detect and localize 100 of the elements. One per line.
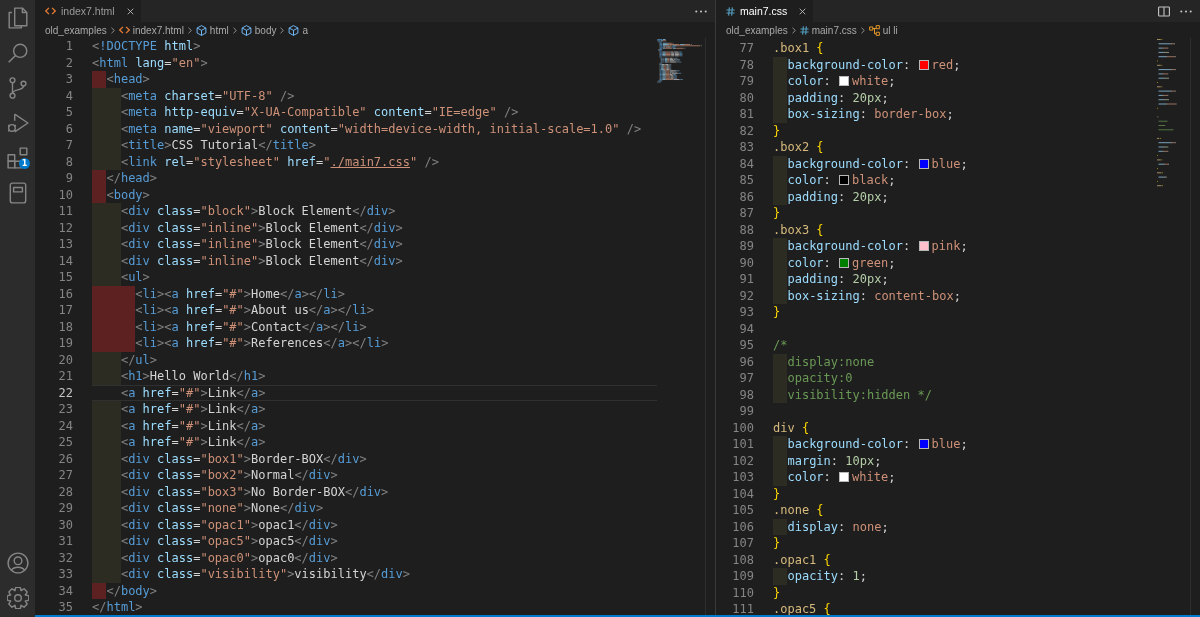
breadcrumb-item[interactable]: a [288, 24, 308, 36]
line-number: 110 [731, 584, 754, 601]
line-number: 16 [57, 285, 73, 302]
line-number: 8 [64, 153, 73, 170]
more-icon[interactable] [695, 9, 707, 13]
code-text: color: [787, 469, 832, 486]
line-number: 1 [64, 38, 73, 55]
line-number: 6 [64, 120, 73, 137]
color-swatch-icon[interactable] [918, 158, 929, 169]
line-number: 26 [57, 450, 73, 467]
breadcrumb-item[interactable]: body [240, 24, 277, 36]
line-number: 91 [738, 271, 754, 288]
line-number: 27 [57, 467, 73, 484]
account-icon[interactable] [6, 551, 29, 574]
color-swatch-icon[interactable] [839, 76, 850, 87]
color-swatch-icon[interactable] [918, 241, 929, 252]
code-text: </ul> [120, 351, 158, 368]
chevron-icon [280, 26, 285, 34]
files-icon[interactable] [6, 6, 29, 29]
split-editor-icon[interactable] [1158, 5, 1170, 17]
line-number: 103 [731, 469, 754, 486]
code-text: red; [931, 56, 961, 73]
cube-icon [288, 24, 300, 36]
line-number: 14 [57, 252, 73, 269]
code-text: display:none [787, 353, 875, 370]
code-text: </body> [106, 582, 158, 599]
code-text: <title>CSS Tutorial</title> [120, 137, 317, 154]
search-icon[interactable] [6, 41, 29, 64]
breadcrumb-item[interactable]: main7.css [799, 24, 857, 36]
close-icon[interactable] [799, 7, 807, 15]
line-number: 3 [64, 71, 73, 88]
color-swatch-icon[interactable] [839, 257, 850, 268]
close-icon[interactable] [126, 7, 134, 15]
code-text: box-sizing: content-box; [787, 287, 961, 304]
line-number: 106 [731, 518, 754, 535]
more-icon[interactable] [1180, 9, 1192, 13]
line-number: 4 [64, 87, 73, 104]
code-text: white; [852, 73, 896, 90]
line-number: 85 [738, 172, 754, 189]
line-number: 35 [57, 599, 73, 615]
breadcrumb-item[interactable]: old_examples [726, 24, 788, 36]
code-text: <a href="#">Link</a> [120, 417, 266, 434]
line-number: 79 [738, 73, 754, 90]
code-text: <div class="block">Block Element</div> [120, 203, 396, 220]
line-number: 90 [738, 254, 754, 271]
line-number: 18 [57, 318, 73, 335]
code-text: <a href="#">Link</a> [120, 384, 266, 401]
code-text: <a href="#">Link</a> [120, 401, 266, 418]
breadcrumb-item[interactable]: old_examples [45, 24, 107, 36]
code-text: <li><a href="#">About us</a></li> [135, 302, 374, 319]
run-debug-icon[interactable] [6, 111, 29, 134]
line-number: 13 [57, 236, 73, 253]
editor-tab[interactable]: index7.html [35, 0, 141, 22]
editor-tab[interactable]: main7.css [716, 0, 814, 22]
breadcrumb-item[interactable]: index7.html [118, 24, 184, 36]
color-swatch-icon[interactable] [918, 439, 929, 450]
line-number: 11 [57, 203, 73, 220]
code-text: <head> [106, 71, 150, 88]
code-text: opacity:0 [787, 370, 853, 387]
color-swatch-icon[interactable] [918, 59, 929, 70]
line-number: 100 [731, 419, 754, 436]
line-number: 95 [738, 337, 754, 354]
line-number: 19 [57, 335, 73, 352]
line-number: 104 [731, 485, 754, 502]
code-text: <div class="box1">Border-BOX</div> [120, 450, 367, 467]
code-text: blue; [931, 436, 968, 453]
notification-badge: 1 [19, 158, 30, 169]
line-number: 20 [57, 351, 73, 368]
line-number: 105 [731, 502, 754, 519]
line-number: 83 [738, 139, 754, 156]
code-text: <div class="opac1">opac1</div> [120, 516, 338, 533]
code-text: .box3 { [773, 221, 824, 238]
breadcrumb-item[interactable]: html [195, 24, 229, 36]
settings-icon[interactable] [6, 586, 29, 609]
code-text: <meta name="viewport" content="width=device-width, initial-scale=1.0" /> [120, 120, 642, 137]
code-text: /* [773, 337, 788, 354]
breadcrumb-item[interactable]: ul li [868, 24, 898, 36]
code-text: padding: 20px; [787, 188, 889, 205]
line-number: 88 [738, 221, 754, 238]
line-number: 17 [57, 302, 73, 319]
color-swatch-icon[interactable] [839, 472, 850, 483]
line-number: 80 [738, 89, 754, 106]
code-text: background-color: [787, 238, 912, 255]
code-text: <li><a href="#">References</a></li> [135, 335, 389, 352]
color-swatch-icon[interactable] [839, 175, 850, 186]
line-number: 108 [731, 551, 754, 568]
code-text: color: [787, 172, 832, 189]
code-text: <body> [106, 186, 150, 203]
cube-icon [195, 24, 207, 36]
line-number: 10 [57, 186, 73, 203]
hash-icon [799, 25, 809, 35]
chevron-icon [232, 26, 237, 34]
line-number: 7 [64, 137, 73, 154]
chevron-icon [110, 26, 115, 34]
line-number: 2 [64, 54, 73, 71]
extensions-icon[interactable] [6, 146, 29, 169]
code-text: visibility:hidden */ [787, 386, 932, 403]
code-text: <meta charset="UTF-8" /> [120, 87, 295, 104]
line-number: 30 [57, 516, 73, 533]
source-control-icon[interactable] [6, 76, 29, 99]
